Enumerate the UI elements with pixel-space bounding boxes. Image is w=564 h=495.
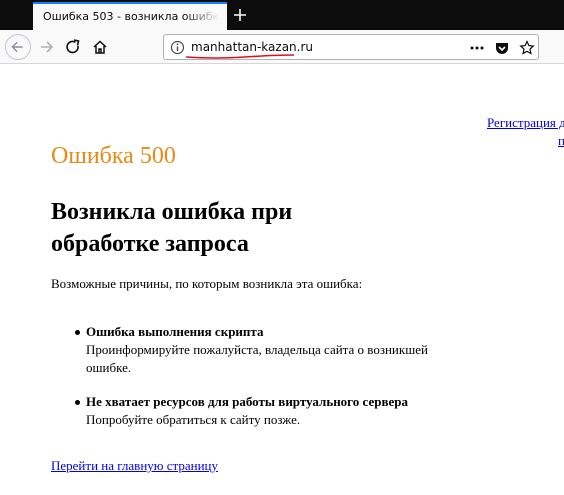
url-bar[interactable]: manhattan-kazan.ru: [163, 34, 539, 60]
home-icon[interactable]: [87, 34, 113, 60]
back-arrow-icon[interactable]: [5, 34, 31, 60]
error-code: Ошибка 500: [51, 143, 176, 169]
reason-title: Не хватает ресурсов для работы виртуальн…: [86, 394, 408, 409]
list-item: Не хватает ресурсов для работы виртуальн…: [51, 393, 471, 429]
info-icon[interactable]: [170, 40, 185, 55]
tab-strip: Ошибка 503 - возникла ошибка при обработ…: [0, 0, 564, 30]
home-page-link[interactable]: Перейти на главную страницу: [51, 458, 218, 474]
reasons-intro: Возможные причины, по которым возникла э…: [51, 276, 363, 291]
bookmark-star-icon[interactable]: [518, 39, 536, 57]
reason-text: Проинформируйте пожалуйста, владельца са…: [86, 342, 428, 375]
list-item: Ошибка выполнения скрипта Проинформируйт…: [51, 323, 471, 377]
error-title: Возникла ошибка при обработке запроса: [51, 199, 293, 257]
url-underline-annotation: [185, 54, 295, 59]
active-tab[interactable]: Ошибка 503 - возникла ошибка при обработ…: [33, 2, 227, 30]
reasons-list: Ошибка выполнения скрипта Проинформируйт…: [51, 323, 471, 445]
plus-icon[interactable]: [229, 2, 251, 28]
registration-link-continuation[interactable]: п: [558, 133, 564, 149]
navigation-toolbar: manhattan-kazan.ru: [0, 30, 564, 64]
registration-link[interactable]: Регистрация д: [487, 115, 564, 131]
tab-title: Ошибка 503 - возникла ошибка при обработ…: [43, 10, 219, 23]
pocket-icon[interactable]: [493, 39, 511, 57]
forward-arrow-icon[interactable]: [33, 34, 59, 60]
page-content: Регистрация д п Ошибка 500 Возникла ошиб…: [0, 65, 564, 495]
reason-text: Попробуйте обратиться к сайту позже.: [86, 412, 301, 427]
more-dots-icon[interactable]: [468, 39, 486, 57]
reason-title: Ошибка выполнения скрипта: [86, 324, 264, 339]
reload-icon[interactable]: [60, 34, 86, 60]
